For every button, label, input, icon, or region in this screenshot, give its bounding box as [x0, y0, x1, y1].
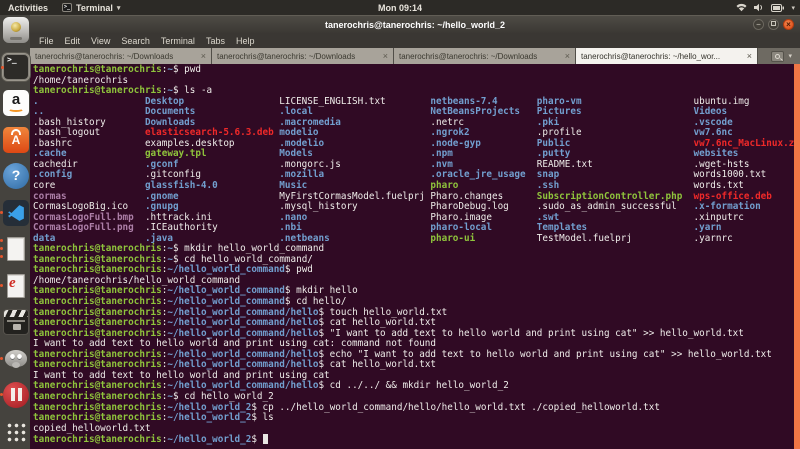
menu-help[interactable]: Help — [236, 36, 255, 46]
terminal-window: tanerochris@tanerochris: ~/hello_world_2… — [30, 15, 800, 449]
prompt-line: tanerochris@tanerochris:~$ pwd — [33, 65, 800, 76]
top-bar: Activities >_ Terminal ▾ Mon 09:14 ▾ — [0, 0, 800, 15]
running-indicator-dot — [0, 211, 3, 214]
terminal-icon[interactable]: >_ — [3, 54, 29, 80]
tab-close-icon[interactable]: × — [383, 51, 388, 61]
volume-icon — [754, 3, 764, 12]
show-applications-icon[interactable] — [3, 419, 29, 445]
window-controls: − × — [753, 19, 794, 30]
search-button[interactable] — [771, 51, 784, 62]
webcam-app-icon[interactable] — [3, 17, 29, 43]
command-output-line: copied_helloworld.txt — [33, 424, 800, 435]
e-document-app-icon[interactable]: e — [3, 273, 29, 299]
tab-label: tanerochris@tanerochris: ~/Downloads — [217, 52, 380, 61]
terminal-cursor — [263, 434, 269, 444]
focused-app-label: Terminal — [76, 3, 113, 13]
tab-bar: tanerochris@tanerochris: ~/Downloads×tan… — [30, 48, 800, 64]
window-title: tanerochris@tanerochris: ~/hello_world_2 — [325, 20, 505, 30]
help-icon[interactable]: ? — [3, 163, 29, 189]
tab-list-caret-icon[interactable]: ▾ — [788, 52, 792, 60]
tab-1[interactable]: tanerochris@tanerochris: ~/Downloads× — [30, 48, 212, 64]
activities-button[interactable]: Activities — [8, 3, 48, 13]
minimize-button[interactable]: − — [753, 19, 764, 30]
caret-down-icon: ▾ — [791, 4, 795, 12]
tab-close-icon[interactable]: × — [747, 51, 752, 61]
tab-2[interactable]: tanerochris@tanerochris: ~/Downloads× — [212, 48, 394, 64]
maximize-button[interactable] — [768, 19, 779, 30]
terminal-scrollbar[interactable] — [794, 64, 800, 449]
document-app-icon[interactable] — [3, 236, 29, 262]
running-indicator-dot — [0, 357, 3, 360]
tab-4[interactable]: tanerochris@tanerochris: ~/hello_wor...× — [576, 48, 758, 64]
caret-down-icon: ▾ — [117, 4, 121, 12]
video-editor-icon[interactable] — [3, 309, 29, 335]
terminal-output[interactable]: tanerochris@tanerochris:~$ pwd/home/tane… — [30, 64, 800, 449]
amazon-icon[interactable]: a — [3, 90, 29, 116]
running-indicator-dot — [0, 393, 3, 396]
title-bar[interactable]: tanerochris@tanerochris: ~/hello_world_2… — [30, 15, 800, 33]
dock: >_aA? e — [0, 15, 30, 449]
terminal-mini-icon: >_ — [62, 3, 72, 12]
tab-bar-controls: ▾ — [758, 48, 800, 64]
tab-label: tanerochris@tanerochris: ~/Downloads — [399, 52, 562, 61]
recorder-pause-icon[interactable] — [3, 382, 29, 408]
menu-search[interactable]: Search — [121, 36, 150, 46]
system-tray[interactable]: ▾ — [736, 3, 795, 12]
tab-close-icon[interactable]: × — [201, 51, 206, 61]
running-indicator-dot — [0, 255, 3, 258]
tab-3[interactable]: tanerochris@tanerochris: ~/Downloads× — [394, 48, 576, 64]
running-indicator-dot — [0, 239, 3, 242]
menu-edit[interactable]: Edit — [65, 36, 81, 46]
running-indicator-dot — [0, 284, 3, 287]
running-indicator-dot — [0, 247, 3, 250]
focused-app-menu[interactable]: >_ Terminal ▾ — [62, 3, 120, 13]
tab-label: tanerochris@tanerochris: ~/hello_wor... — [581, 52, 744, 61]
menu-file[interactable]: File — [39, 36, 54, 46]
menu-bar: File Edit View Search Terminal Tabs Help — [30, 33, 800, 48]
running-indicator-dot — [1, 66, 4, 69]
wifi-icon — [736, 3, 747, 12]
menu-terminal[interactable]: Terminal — [161, 36, 195, 46]
ubuntu-software-icon[interactable]: A — [3, 127, 29, 153]
gimp-icon[interactable] — [3, 346, 29, 372]
menu-view[interactable]: View — [91, 36, 110, 46]
tab-close-icon[interactable]: × — [565, 51, 570, 61]
clock[interactable]: Mon 09:14 — [378, 3, 422, 13]
tab-label: tanerochris@tanerochris: ~/Downloads — [35, 52, 198, 61]
vscode-icon[interactable] — [3, 200, 29, 226]
menu-tabs[interactable]: Tabs — [206, 36, 225, 46]
prompt-line: tanerochris@tanerochris:~/hello_world_2$ — [33, 434, 800, 446]
close-button[interactable]: × — [783, 19, 794, 30]
battery-icon — [771, 4, 784, 12]
